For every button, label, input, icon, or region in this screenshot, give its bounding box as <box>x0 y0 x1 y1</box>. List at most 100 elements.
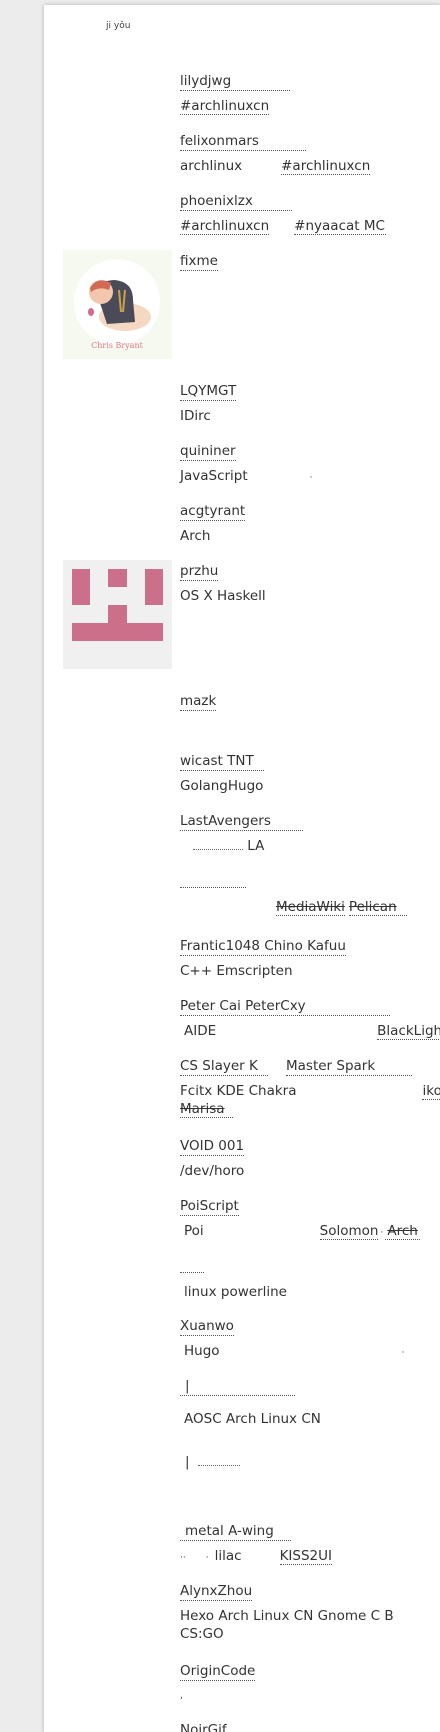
friend-link[interactable]: Frantic1048 Chino Kafuu <box>180 937 346 956</box>
friend-desc: IDirc <box>180 408 211 424</box>
friend-desc: LA <box>180 837 303 855</box>
friend-desc: , <box>180 1691 183 1701</box>
tag-link[interactable]: #nyaacat MC <box>294 218 386 235</box>
avatar-fixme[interactable]: Chris Bryant <box>63 250 172 359</box>
desc-text: AIDE <box>184 1023 217 1039</box>
friend-entry: OriginCode , <box>180 1660 256 1705</box>
friend-link[interactable]: AlynxZhou <box>180 1582 253 1601</box>
friend-desc: Hexo Arch Linux CN Gnome C B <box>180 1608 394 1624</box>
avatar-caption: Chris Bryant <box>91 341 143 350</box>
friend-desc-2: Marisa <box>180 1100 440 1118</box>
friend-entry: VOID 001 /dev/horo <box>180 1135 244 1180</box>
desc-text: Hugo <box>184 1343 220 1359</box>
friend-link[interactable]: wicast TNT <box>180 752 264 771</box>
desc-text: Poi <box>184 1223 204 1239</box>
friend-desc: #archlinuxcn <box>180 97 290 115</box>
friend-desc: MediaWiki Pelican <box>180 898 407 916</box>
friend-link[interactable]: lilydjwg <box>180 72 290 91</box>
friend-link[interactable]: fixme <box>180 252 218 271</box>
friend-desc: archlinux #archlinuxcn <box>180 157 371 175</box>
friend-entry: Peter Cai PeterCxy AIDE BlackLight <box>180 995 440 1040</box>
friend-entry: wicast TNT GolangHugo <box>180 750 264 795</box>
page-sheet: ji yǒu lilydjwg #archlinuxcn felixonmars… <box>44 5 440 1732</box>
friend-link[interactable]: acgtyrant <box>180 502 246 521</box>
friend-link[interactable]: mazk <box>180 692 217 711</box>
desc-text: archlinux <box>180 158 243 174</box>
friend-entry: MediaWiki Pelican <box>180 870 407 916</box>
friend-link[interactable]: PoiScript <box>180 1197 239 1216</box>
friend-entry: NoirGif <box>180 1719 227 1732</box>
avatar-image: Chris Bryant <box>74 259 160 350</box>
friend-link[interactable]: NoirGif <box>180 1721 227 1732</box>
friend-entry: felixonmars archlinux #archlinuxcn <box>180 130 371 175</box>
friend-entry: przhu OS X Haskell <box>180 560 266 605</box>
friend-entry: mazk <box>180 690 217 711</box>
friend-link[interactable]: metal A-wing <box>180 1522 291 1541</box>
friend-link[interactable]: LastAvengers <box>180 812 303 831</box>
friend-link[interactable]: quininer <box>180 442 236 461</box>
friend-desc: AOSC Arch Linux CN <box>180 1410 321 1428</box>
avatar-przhu[interactable] <box>63 560 172 669</box>
friend-link[interactable]: Master Spark <box>286 1057 412 1076</box>
friend-link[interactable] <box>180 1255 204 1273</box>
friend-desc: #archlinuxcn #nyaacat MC <box>180 217 386 235</box>
desc-dot: · <box>309 473 313 483</box>
friend-entry: Frantic1048 Chino Kafuu C++ Emscripten <box>180 935 346 980</box>
friend-desc: GolangHugo <box>180 778 264 794</box>
friend-link[interactable]: felixonmars <box>180 132 306 151</box>
friend-link[interactable]: Xuanwo <box>180 1317 234 1336</box>
strike-link[interactable]: Arch <box>385 1223 420 1240</box>
friend-desc: ·· · lilac KISS2UI <box>180 1548 332 1565</box>
friend-entry: linux powerline <box>180 1255 287 1301</box>
friend-desc: /dev/horo <box>180 1163 245 1179</box>
friend-entry: | <box>180 1451 240 1470</box>
friend-link[interactable]: Peter Cai PeterCxy <box>180 997 390 1016</box>
friend-link[interactable]: phoenixlzx <box>180 192 292 211</box>
friend-entry: LastAvengers LA <box>180 810 303 855</box>
friend-entry: quininer JavaScript · <box>180 440 313 487</box>
strike-link[interactable]: MediaWiki <box>276 899 345 916</box>
friend-link[interactable] <box>180 870 246 888</box>
friend-link[interactable]: przhu <box>180 562 219 581</box>
friend-entry: AlynxZhou Hexo Arch Linux CN Gnome C B C… <box>180 1580 394 1643</box>
friend-entry: LQYMGT IDirc <box>180 380 237 425</box>
desc-text: Fcitx KDE Chakra <box>180 1083 297 1099</box>
tag-link[interactable]: BlackLight <box>377 1023 440 1040</box>
desc-text: LA <box>247 838 265 854</box>
friend-desc: OS X Haskell <box>180 588 266 604</box>
tag-link[interactable]: Pelican <box>348 899 407 916</box>
friend-text: | <box>185 1454 190 1470</box>
tag-link[interactable]: #archlinuxcn <box>180 218 270 235</box>
desc-text: AOSC Arch Linux CN <box>184 1411 321 1427</box>
tag-link[interactable]: KISS2UI <box>279 1548 332 1565</box>
friend-entry: fixme <box>180 250 218 271</box>
tag-link[interactable]: #archlinuxcn <box>180 98 270 115</box>
friend-desc: Poi Solomon · Arch <box>184 1223 420 1240</box>
tag-link[interactable]: iko <box>422 1083 440 1100</box>
friend-link[interactable]: VOID 001 <box>180 1137 245 1156</box>
friend-desc: Hugo · <box>184 1343 405 1359</box>
friend-desc: AIDE BlackLight <box>180 1022 440 1040</box>
friend-entry: phoenixlzx #archlinuxcn #nyaacat MC <box>180 190 386 235</box>
friend-entry: metal A-wing ·· · lilac KISS2UI <box>180 1520 332 1567</box>
friend-entry: lilydjwg #archlinuxcn <box>180 70 290 115</box>
link-placeholder[interactable] <box>197 1453 240 1466</box>
link-placeholder[interactable] <box>193 837 243 850</box>
tag-link[interactable]: Solomon <box>319 1223 379 1240</box>
friend-link[interactable]: LQYMGT <box>180 382 237 401</box>
tag-link[interactable]: #archlinuxcn <box>281 158 371 175</box>
friend-link[interactable]: OriginCode <box>180 1662 256 1681</box>
strike-link[interactable]: Marisa <box>180 1101 233 1118</box>
friend-link[interactable]: CS Slayer K <box>180 1057 268 1076</box>
friend-desc: Fcitx KDE Chakra iko <box>180 1082 440 1100</box>
friend-link[interactable]: | <box>180 1377 295 1396</box>
friend-entry: | AOSC Arch Linux CN <box>180 1375 321 1428</box>
friend-desc-2: CS:GO <box>180 1626 224 1642</box>
friend-entry: acgtyrant Arch <box>180 500 246 545</box>
friend-desc: linux powerline <box>180 1283 287 1301</box>
friend-entry: Xuanwo Hugo · <box>180 1315 404 1362</box>
friend-desc: C++ Emscripten <box>180 963 293 979</box>
friend-desc: JavaScript · <box>180 467 313 487</box>
desc-text: JavaScript <box>180 468 248 484</box>
friend-desc: Arch <box>180 528 211 544</box>
